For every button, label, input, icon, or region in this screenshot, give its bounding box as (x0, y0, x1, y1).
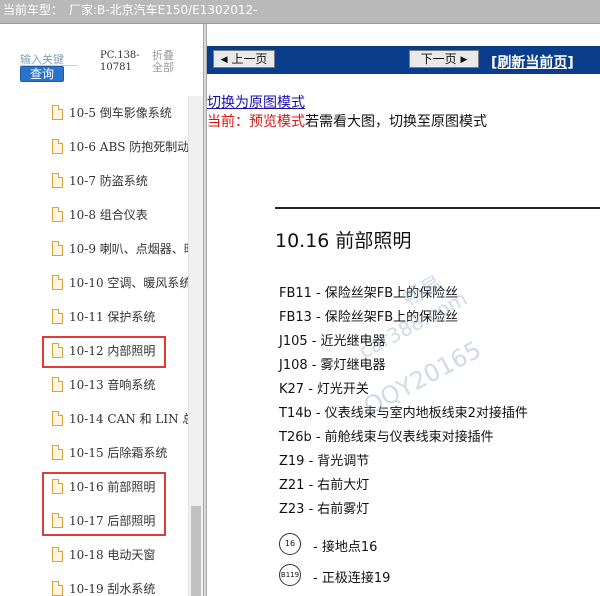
view-mode-status: 当前：预览模式若需看大图，切换至原图模式 (207, 111, 487, 131)
document-icon (52, 411, 63, 426)
collapse-all-link[interactable]: 折叠全部 (152, 50, 182, 74)
tree-item-label: 10-14 CAN 和 LIN 总线 (69, 412, 191, 426)
tree-item[interactable]: 10-8 组合仪表 (46, 204, 191, 226)
pc-code: PC.138-10781 (100, 50, 140, 73)
tree-item[interactable]: 10-9 喇叭、点烟器、时钟 (46, 238, 191, 260)
tree-item-label: 10-15 后除霜系统 (69, 446, 168, 460)
tree-item[interactable]: 10-6 ABS 防抱死制动系统 (46, 136, 191, 158)
legend-desc: 保险丝架FB上的保险丝 (324, 286, 459, 301)
legend-code: J105 - (279, 334, 317, 349)
document-icon (52, 275, 63, 290)
ground-point-icon: 16 (279, 533, 301, 555)
legend-code: FB13 - (279, 310, 321, 325)
legend-row: Z23 - 右前雾灯 (279, 498, 369, 517)
mode-status-hint: 若需看大图，切换至原图模式 (305, 114, 487, 130)
legend-code: FB11 - (279, 286, 321, 301)
legend-desc: 右前大灯 (317, 478, 370, 493)
legend-row: J105 - 近光继电器 (279, 330, 386, 349)
legend-desc: 背光调节 (317, 454, 370, 469)
legend-desc: 右前雾灯 (317, 502, 370, 517)
legend-code: K27 - (279, 382, 313, 397)
search-bar: 查询 PC.138-10781 折叠全部 (0, 24, 205, 94)
document-icon (52, 241, 63, 256)
legend-desc: 前舱线束与仪表线束对接插件 (324, 430, 494, 445)
switch-original-mode-link[interactable]: 切换为原图模式 (207, 92, 305, 112)
tree-item-label: 10-19 刮水系统 (69, 582, 156, 596)
legend-desc: 仪表线束与室内地板线束2对接插件 (324, 406, 528, 421)
legend-row: FB13 - 保险丝架FB上的保险丝 (279, 306, 458, 325)
document-icon (52, 173, 63, 188)
tree-item-label: 10-9 喇叭、点烟器、时钟 (69, 242, 191, 256)
document-icon (52, 547, 63, 562)
tree-item-label: 10-10 空调、暖风系统 (69, 276, 191, 290)
document-icon (52, 445, 63, 460)
tree-item-label: 10-13 音响系统 (69, 378, 156, 392)
tree-item[interactable]: 10-14 CAN 和 LIN 总线 (46, 408, 191, 430)
tree-item[interactable]: 10-10 空调、暖风系统 (46, 272, 191, 294)
current-model-name: 厂家:B-北京汽车E150/E1302012- (69, 3, 258, 17)
tree-item-label: 10-18 电动天窗 (69, 548, 156, 562)
legend-code: Z21 - (279, 478, 314, 493)
legend-code: Z23 - (279, 502, 314, 517)
legend-desc: 保险丝架FB上的保险丝 (324, 310, 459, 325)
tree-item[interactable]: 10-19 刮水系统 (46, 578, 191, 596)
tree-item[interactable]: 10-15 后除霜系统 (46, 442, 191, 464)
arrow-left-icon: ◀ (220, 55, 228, 65)
search-button[interactable]: 查询 (20, 66, 64, 82)
next-page-label: 下一页 (420, 52, 457, 66)
document-icon (52, 105, 63, 120)
prev-page-label: 上一页 (231, 52, 268, 66)
scrollbar-thumb[interactable] (191, 506, 201, 596)
legend-code: Z19 - (279, 454, 314, 469)
legend-code: J108 - (279, 358, 317, 373)
tree-item[interactable]: 10-7 防盗系统 (46, 170, 191, 192)
ground-point-desc: - 接地点16 (313, 540, 378, 555)
legend-row: J108 - 雾灯继电器 (279, 354, 386, 373)
tree-item-label: 10-11 保护系统 (69, 310, 156, 324)
legend-row: FB11 - 保险丝架FB上的保险丝 (279, 282, 458, 301)
tree-item[interactable]: 10-5 倒车影像系统 (46, 102, 191, 124)
legend-row: K27 - 灯光开关 (279, 378, 369, 397)
document-icon (52, 581, 63, 596)
legend-row: T26b - 前舱线束与仪表线束对接插件 (279, 426, 494, 445)
tree-item-label: 10-7 防盗系统 (69, 174, 148, 188)
left-pane-scrollbar[interactable] (188, 96, 203, 596)
legend-code: T14b - (279, 406, 321, 421)
document-viewer: ◀ 上一页 下一页 ▶ [刷新当前页] 切换为原图模式 当前：预览模式若需看大图… (207, 24, 600, 596)
positive-connection-icon: B119 (279, 564, 301, 586)
document-icon (52, 139, 63, 154)
document-icon (52, 207, 63, 222)
refresh-page-link[interactable]: [刷新当前页] (491, 52, 574, 72)
legend-desc: 近光继电器 (320, 334, 386, 349)
search-input[interactable] (20, 54, 78, 66)
legend-code: T26b - (279, 430, 321, 445)
left-nav-pane: 查询 PC.138-10781 折叠全部 10-5 倒车影像系统 10-6 AB… (0, 24, 205, 596)
tree-item-label: 10-6 ABS 防抱死制动系统 (69, 140, 191, 154)
arrow-right-icon: ▶ (460, 55, 468, 65)
window-title-bar: 当前车型： 厂家:B-北京汽车E150/E1302012- (0, 0, 600, 24)
prev-page-button[interactable]: ◀ 上一页 (213, 50, 275, 68)
document-icon (52, 377, 63, 392)
positive-connection-desc: - 正极连接19 (313, 571, 391, 586)
highlight-box-interior-lighting (42, 336, 166, 368)
legend-row: Z21 - 右前大灯 (279, 474, 369, 493)
tree-item[interactable]: 10-18 电动天窗 (46, 544, 191, 566)
legend-desc: 雾灯继电器 (320, 358, 386, 373)
page-top-rule (275, 207, 600, 209)
document-icon (52, 309, 63, 324)
legend-desc: 灯光开关 (316, 382, 369, 397)
legend-row: T14b - 仪表线束与室内地板线束2对接插件 (279, 402, 528, 421)
mode-status-current: 当前：预览模式 (207, 114, 305, 130)
tree-item-label: 10-8 组合仪表 (69, 208, 148, 222)
legend-row: Z19 - 背光调节 (279, 450, 369, 469)
highlight-box-front-rear-lighting (42, 472, 166, 536)
tree-item[interactable]: 10-11 保护系统 (46, 306, 191, 328)
page-title: 10.16 前部照明 (275, 230, 412, 252)
next-page-button[interactable]: 下一页 ▶ (409, 50, 479, 68)
tree-item-label: 10-5 倒车影像系统 (69, 106, 172, 120)
page-nav-bar: ◀ 上一页 下一页 ▶ [刷新当前页] (207, 46, 600, 74)
current-model-label: 当前车型： (3, 3, 64, 17)
tree-item[interactable]: 10-13 音响系统 (46, 374, 191, 396)
